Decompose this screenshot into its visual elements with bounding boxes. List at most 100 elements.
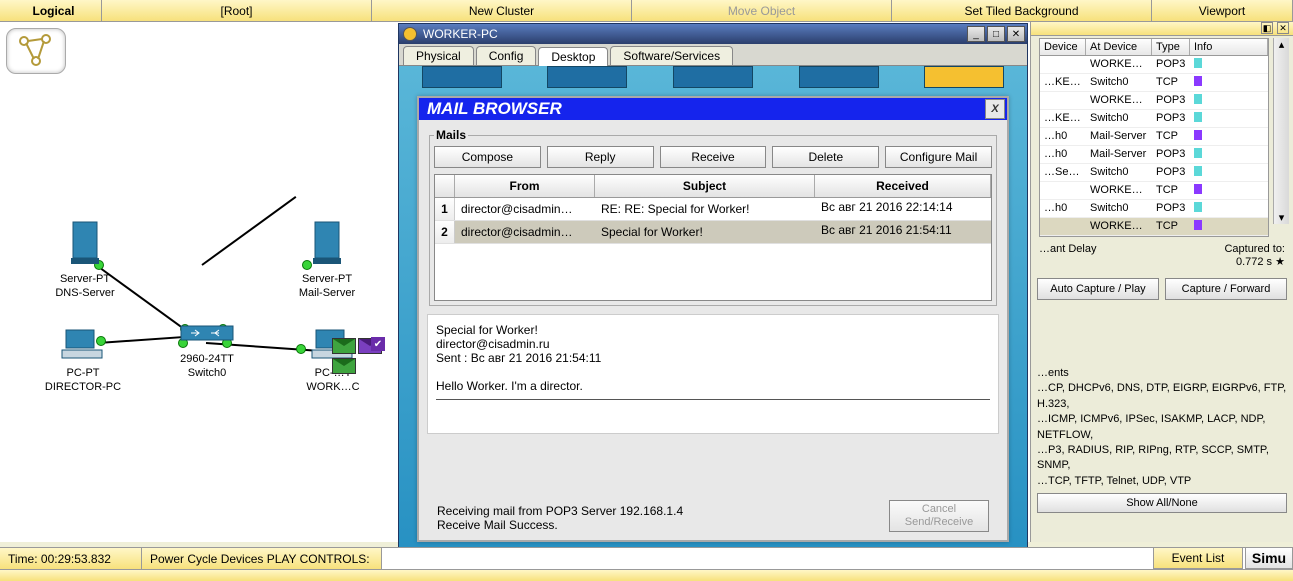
envelope-pdu-icon-2[interactable]: ✔	[358, 338, 382, 354]
cluster-icon[interactable]	[6, 28, 66, 74]
device-switch[interactable]: 2960-24TT Switch0	[162, 322, 252, 379]
mails-legend: Mails	[434, 128, 468, 142]
time-display: Time: 00:29:53.832	[0, 548, 142, 569]
delay-label: …ant Delay	[1039, 243, 1096, 268]
captured-label: Captured to:	[1224, 243, 1285, 255]
tab-config[interactable]: Config	[476, 46, 537, 65]
pc-tabs: Physical Config Desktop Software/Service…	[399, 44, 1027, 66]
mail-body-text: Hello Worker. I'm a director.	[436, 379, 990, 393]
event-list-button[interactable]: Event List	[1153, 547, 1243, 569]
new-cluster-button[interactable]: New Cluster	[372, 0, 632, 21]
filter-line: …CP, DHCPv6, DNS, DTP, EIGRP, EIGRPv6, F…	[1037, 381, 1287, 412]
device-name: Switch0	[162, 367, 252, 379]
app-icon	[403, 27, 417, 41]
pc-desktop: MAIL BROWSER X Mails Compose Reply Recei…	[399, 66, 1027, 562]
mail-body-sent: Sent : Вс авг 21 2016 21:54:11	[436, 351, 990, 365]
receive-button[interactable]: Receive	[660, 146, 767, 168]
desktop-app-icon[interactable]	[422, 66, 502, 88]
filter-line: …TCP, TFTP, Telnet, UDP, VTP	[1037, 474, 1287, 489]
viewport-button[interactable]: Viewport	[1152, 0, 1293, 21]
mail-title: MAIL BROWSER	[427, 99, 562, 119]
captured-value: 0.772 s	[1236, 256, 1272, 268]
close-button[interactable]: ✕	[1007, 26, 1025, 42]
tab-software[interactable]: Software/Services	[610, 46, 733, 65]
status-text: Receiving mail from POP3 Server 192.168.…	[437, 504, 683, 518]
pdu-row[interactable]: …ServerSwitch0POP3	[1040, 164, 1268, 182]
device-name: DNS-Server	[40, 287, 130, 299]
pdu-row[interactable]: …KER-PCSwitch0TCP	[1040, 74, 1268, 92]
configure-mail-button[interactable]: Configure Mail	[885, 146, 992, 168]
col-from[interactable]: From	[455, 175, 595, 197]
status-text-2: Receive Mail Success.	[437, 518, 683, 532]
device-type: Server-PT	[282, 273, 372, 285]
device-name: Mail-Server	[282, 287, 372, 299]
mail-preview[interactable]: Special for Worker! director@cisadmin.ru…	[427, 314, 999, 434]
show-all-none-button[interactable]: Show All/None	[1037, 493, 1287, 513]
pdu-table[interactable]: Device At Device Type Info WORKER-…POP3……	[1039, 38, 1269, 237]
mails-group: Mails Compose Reply Receive Delete Confi…	[429, 128, 997, 306]
device-name: WORK…C	[288, 381, 378, 393]
filter-line: …P3, RADIUS, RIP, RIPng, RTP, SCCP, SMTP…	[1037, 443, 1287, 474]
desktop-app-icon[interactable]	[673, 66, 753, 88]
col-type[interactable]: Type	[1152, 39, 1190, 55]
col-received[interactable]: Received	[815, 175, 991, 197]
device-type: Server-PT	[40, 273, 130, 285]
flag-icon: ★	[1275, 256, 1285, 268]
filter-title: …ents	[1037, 366, 1287, 381]
envelope-pdu-icon-3[interactable]	[332, 358, 356, 374]
reply-button[interactable]: Reply	[547, 146, 654, 168]
device-director-pc[interactable]: PC-PT DIRECTOR-PC	[38, 328, 128, 393]
mail-table[interactable]: From Subject Received 1 director@cisadmi…	[434, 174, 992, 301]
mail-row[interactable]: 2 director@cisadmin… Special for Worker!…	[435, 221, 991, 244]
mail-close-button[interactable]: X	[985, 99, 1005, 119]
root-button[interactable]: [Root]	[102, 0, 372, 21]
pdu-row[interactable]: WORKER-…POP3	[1040, 56, 1268, 74]
col-at-device[interactable]: At Device	[1086, 39, 1152, 55]
scroll-down-icon[interactable]: ▾	[1279, 211, 1285, 224]
minimize-button[interactable]: _	[967, 26, 985, 42]
power-cycle-button[interactable]: Power Cycle Devices PLAY CONTROLS:	[142, 548, 382, 569]
col-index	[435, 175, 455, 197]
pdu-row[interactable]: WORKER-…TCP	[1040, 218, 1268, 236]
col-subject[interactable]: Subject	[595, 175, 815, 197]
device-name: DIRECTOR-PC	[38, 381, 128, 393]
pdu-row[interactable]: …h0Switch0POP3	[1040, 200, 1268, 218]
maximize-button[interactable]: □	[987, 26, 1005, 42]
compose-button[interactable]: Compose	[434, 146, 541, 168]
device-type: PC-PT	[38, 367, 128, 379]
device-mail-server[interactable]: Server-PT Mail-Server	[282, 218, 372, 299]
pc-window[interactable]: WORKER-PC _ □ ✕ Physical Config Desktop …	[398, 23, 1028, 563]
auto-capture-play-button[interactable]: Auto Capture / Play	[1037, 278, 1159, 300]
envelope-pdu-icon[interactable]	[332, 338, 356, 354]
mail-body-subject: Special for Worker!	[436, 323, 990, 337]
pc-window-titlebar[interactable]: WORKER-PC _ □ ✕	[399, 24, 1027, 44]
mail-body-from: director@cisadmin.ru	[436, 337, 990, 351]
delete-button[interactable]: Delete	[772, 146, 879, 168]
pdu-row[interactable]: …KER-PCSwitch0POP3	[1040, 110, 1268, 128]
device-type: 2960-24TT	[162, 353, 252, 365]
simulation-panel: ◧ ✕ Device At Device Type Info WORKER-…P…	[1030, 22, 1293, 542]
set-tiled-bg-button[interactable]: Set Tiled Background	[892, 0, 1152, 21]
device-dns-server[interactable]: Server-PT DNS-Server	[40, 218, 130, 299]
capture-forward-button[interactable]: Capture / Forward	[1165, 278, 1287, 300]
pdu-row[interactable]: WORKER-…POP3	[1040, 92, 1268, 110]
pdu-row[interactable]: …h0Mail-ServerTCP	[1040, 128, 1268, 146]
desktop-app-icon[interactable]	[799, 66, 879, 88]
col-device[interactable]: Device	[1040, 39, 1086, 55]
desktop-app-icon[interactable]	[924, 66, 1004, 88]
simulation-tab[interactable]: Simu	[1245, 547, 1293, 569]
move-object-button: Move Object	[632, 0, 892, 21]
tab-physical[interactable]: Physical	[403, 46, 474, 65]
pdu-row[interactable]: …h0Mail-ServerPOP3	[1040, 146, 1268, 164]
panel-close-icon[interactable]: ✕	[1277, 22, 1289, 34]
col-info[interactable]: Info	[1190, 39, 1268, 55]
filter-line: …ICMP, ICMPv6, IPSec, ISAKMP, LACP, NDP,…	[1037, 412, 1287, 443]
panel-undock-icon[interactable]: ◧	[1261, 22, 1273, 34]
desktop-app-icon[interactable]	[547, 66, 627, 88]
pdu-row[interactable]: WORKER-…TCP	[1040, 182, 1268, 200]
scrollbar[interactable]: ▴ ▾	[1273, 38, 1289, 224]
mail-row[interactable]: 1 director@cisadmin… RE: RE: Special for…	[435, 198, 991, 221]
logical-button[interactable]: Logical	[0, 0, 102, 21]
tab-desktop[interactable]: Desktop	[538, 47, 608, 66]
scroll-up-icon[interactable]: ▴	[1279, 38, 1285, 51]
